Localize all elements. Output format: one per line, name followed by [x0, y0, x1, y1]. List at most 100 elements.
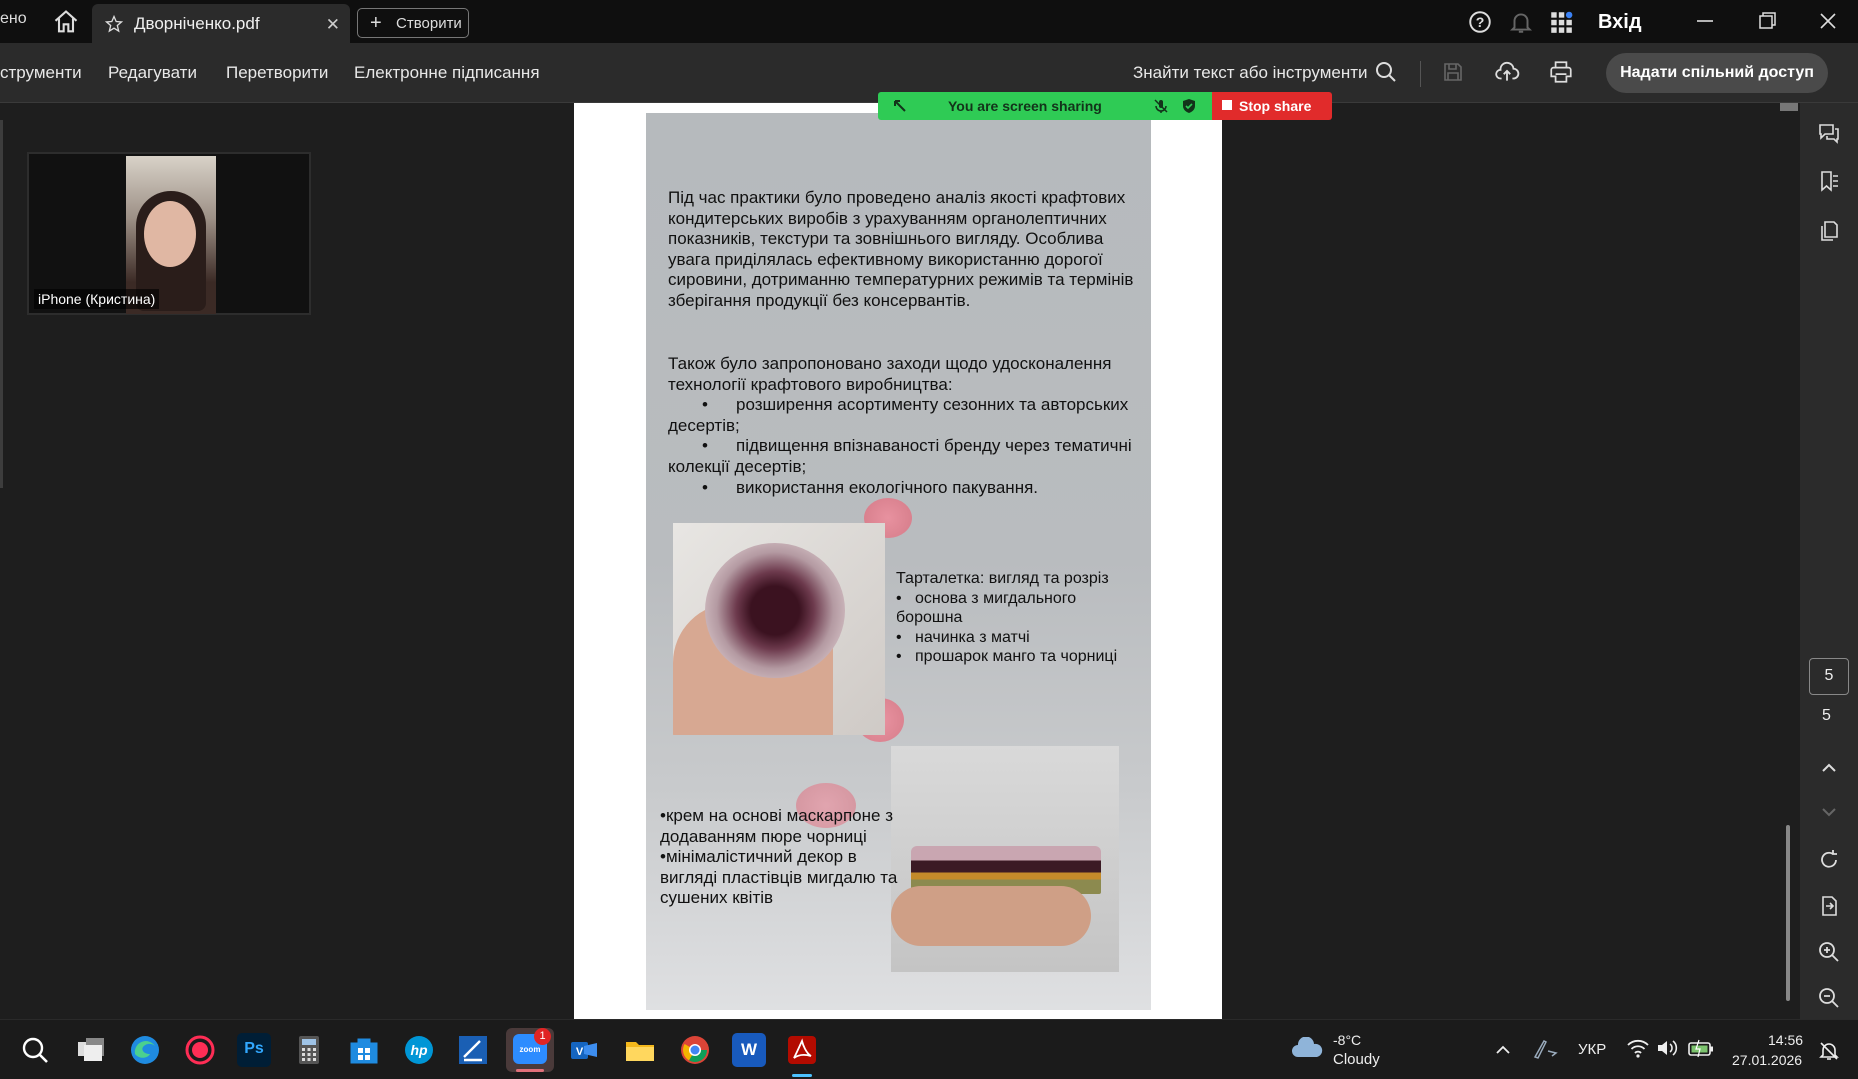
menu-e-sign[interactable]: Електронне підписання — [354, 63, 540, 83]
caption-item: • прошарок манго та чорниці — [896, 648, 1118, 665]
create-label: Створити — [396, 15, 462, 32]
acrobat-icon[interactable] — [785, 1033, 819, 1067]
participant-name: iPhone (Кристина) — [34, 289, 160, 309]
stop-share-label: Stop share — [1239, 98, 1312, 114]
stop-icon — [1222, 100, 1232, 110]
screen-share-status: You are screen sharing — [948, 98, 1102, 114]
participant-face — [144, 201, 196, 267]
weather-temperature[interactable]: -8°C — [1333, 1032, 1361, 1048]
pdf-page[interactable]: Під час практики було проведено аналіз я… — [574, 103, 1222, 1019]
save-icon[interactable] — [1441, 60, 1465, 84]
caption-item: • основа з мигдального борошна — [896, 589, 1077, 627]
task-view-icon[interactable] — [74, 1033, 108, 1067]
extract-page-icon[interactable] — [1817, 894, 1841, 918]
caption-item-text: начинка з матчі — [915, 628, 1030, 646]
bullet-item: • використання екологічного пакування. — [702, 477, 1039, 497]
zoom-app-button[interactable]: zoom 1 — [506, 1028, 554, 1072]
comment-icon[interactable] — [1817, 121, 1841, 145]
volume-icon[interactable] — [1655, 1037, 1679, 1059]
home-icon[interactable] — [52, 8, 80, 36]
notification-center-icon[interactable] — [1818, 1040, 1840, 1062]
apps-grid-icon[interactable] — [1548, 9, 1574, 35]
language-indicator[interactable]: УКР — [1578, 1041, 1606, 1058]
svg-text:V: V — [576, 1046, 584, 1058]
chevron-down-icon[interactable] — [1817, 800, 1841, 824]
improvements-intro: Також було запропоновано заходи щодо удо… — [668, 354, 1112, 394]
right-tool-rail: 5 5 — [1800, 103, 1858, 1019]
plus-icon: + — [370, 12, 382, 34]
create-button[interactable]: + Створити — [357, 8, 469, 38]
zoom-out-icon[interactable] — [1817, 986, 1841, 1010]
partial-tab-label[interactable]: ено — [0, 10, 27, 28]
tart-top-photo — [673, 523, 885, 735]
menu-tools[interactable]: струменти — [0, 63, 82, 83]
mic-muted-icon[interactable] — [1153, 98, 1169, 114]
chevron-up-icon[interactable] — [1817, 756, 1841, 780]
zoom-in-icon[interactable] — [1817, 940, 1841, 964]
file-explorer-icon[interactable] — [623, 1033, 657, 1067]
cloud-upload-icon[interactable] — [1494, 59, 1520, 85]
video-tile[interactable]: iPhone (Кристина) — [27, 152, 311, 315]
paragraph-analysis: Під час практики було проведено аналіз я… — [668, 188, 1134, 310]
sign-in-button[interactable]: Вхід — [1598, 11, 1642, 34]
bell-icon[interactable] — [1508, 9, 1534, 35]
title-bar: ено Дворніченко.pdf ✕ + Створити ? Вхід — [0, 0, 1858, 43]
close-tab-icon[interactable]: ✕ — [326, 15, 340, 35]
active-indicator — [792, 1074, 812, 1077]
cream-caption: •крем на основі маскарпоне з додаванням … — [660, 806, 900, 909]
tab-document[interactable]: Дворніченко.pdf ✕ — [92, 4, 350, 43]
notification-badge: 1 — [534, 1028, 551, 1045]
caption-item: •мінімалістичний декор в вигляді пластів… — [660, 847, 898, 908]
close-window-icon[interactable] — [1813, 8, 1843, 34]
bullet-text: використання екологічного пакування. — [736, 477, 1039, 497]
store-icon[interactable] — [347, 1033, 381, 1067]
drag-handle-icon[interactable] — [892, 98, 908, 114]
word-icon[interactable]: W — [732, 1033, 766, 1067]
caption-item-text: крем на основі маскарпоне з додаванням п… — [660, 806, 893, 846]
search-icon[interactable] — [1374, 60, 1398, 84]
find-tools-field[interactable]: Знайти текст або інструменти — [1133, 63, 1368, 83]
page-slide: Під час практики було проведено аналіз я… — [646, 113, 1151, 1010]
shield-icon[interactable] — [1181, 98, 1197, 114]
caption-item: • начинка з матчі — [896, 628, 1030, 646]
clock-time[interactable]: 14:56 — [1768, 1032, 1803, 1048]
hp-icon[interactable]: hp — [402, 1033, 436, 1067]
caption-item-text: основа з мигдального борошна — [896, 589, 1077, 627]
rotate-icon[interactable] — [1817, 848, 1841, 872]
photoshop-icon[interactable]: Ps — [237, 1033, 271, 1067]
screen-share-banner[interactable]: You are screen sharing — [878, 92, 1212, 120]
share-button[interactable]: Надати спільний доступ — [1606, 53, 1828, 93]
tart-image — [705, 543, 845, 678]
chevron-up-icon[interactable] — [1493, 1040, 1513, 1060]
calculator-icon[interactable] — [292, 1033, 326, 1067]
clock-date[interactable]: 27.01.2026 — [1732, 1052, 1802, 1068]
wifi-icon[interactable] — [1626, 1037, 1650, 1059]
battery-icon[interactable] — [1687, 1037, 1715, 1059]
paragraph-improvements: Також було запропоновано заходи щодо удо… — [668, 354, 1138, 498]
help-icon[interactable]: ? — [1467, 9, 1493, 35]
viber-icon[interactable]: V — [567, 1033, 601, 1067]
weather-description[interactable]: Cloudy — [1333, 1051, 1380, 1068]
chrome-icon[interactable] — [678, 1033, 712, 1067]
pages-icon[interactable] — [1817, 219, 1841, 243]
stop-share-button[interactable]: Stop share — [1212, 92, 1332, 120]
edge-icon[interactable] — [128, 1033, 162, 1067]
scrollbar-top — [1780, 103, 1798, 111]
bookmark-icon[interactable] — [1817, 169, 1841, 193]
bullet-item: • підвищення впізнаваності бренду через т… — [668, 436, 1132, 476]
bullet-text: підвищення впізнаваності бренду через те… — [668, 436, 1132, 476]
print-icon[interactable] — [1548, 59, 1574, 85]
search-icon[interactable] — [18, 1033, 52, 1067]
caption-item: •крем на основі маскарпоне з додаванням … — [660, 806, 893, 846]
current-page-input[interactable]: 5 — [1809, 658, 1849, 695]
vertical-scrollbar[interactable] — [1778, 103, 1800, 1019]
pen-tray-icon[interactable] — [1530, 1037, 1558, 1061]
scrollbar-thumb[interactable] — [1786, 825, 1790, 1001]
menu-convert[interactable]: Перетворити — [226, 63, 328, 83]
star-icon[interactable] — [104, 14, 124, 34]
minimize-icon[interactable] — [1690, 8, 1720, 34]
screen-recorder-icon[interactable] — [183, 1033, 217, 1067]
scan-app-icon[interactable] — [456, 1033, 490, 1067]
menu-edit[interactable]: Редагувати — [108, 63, 197, 83]
restore-icon[interactable] — [1752, 8, 1782, 34]
